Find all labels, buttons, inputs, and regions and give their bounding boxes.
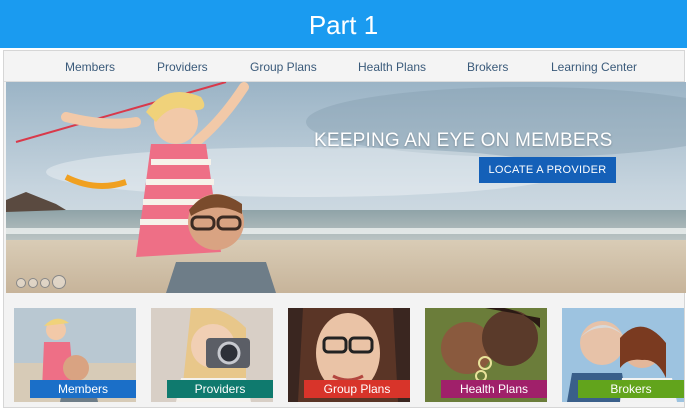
- tile-members-label: Members: [30, 380, 136, 398]
- nav-providers[interactable]: Providers: [157, 60, 208, 74]
- locate-provider-button[interactable]: LOCATE A PROVIDER: [479, 157, 616, 183]
- tile-group-plans[interactable]: Group Plans: [288, 308, 410, 402]
- tile-brokers[interactable]: Brokers: [562, 308, 684, 402]
- nav-brokers[interactable]: Brokers: [467, 60, 508, 74]
- hero-slider: [6, 82, 686, 293]
- tile-health-plans-label: Health Plans: [441, 380, 547, 398]
- tile-group-plans-label: Group Plans: [304, 380, 410, 398]
- hero-headline: KEEPING AN EYE ON MEMBERS: [314, 130, 613, 151]
- tile-providers[interactable]: Providers: [151, 308, 273, 402]
- nav-health-plans[interactable]: Health Plans: [358, 60, 426, 74]
- category-tiles: Members Providers Group Plans Health Pla…: [6, 300, 686, 405]
- nav-group-plans[interactable]: Group Plans: [250, 60, 317, 74]
- tile-members[interactable]: Members: [14, 308, 136, 402]
- hero-beach-photo: [6, 82, 686, 293]
- part-banner: Part 1: [0, 0, 687, 48]
- slide-dot-4[interactable]: [52, 275, 66, 289]
- nav-learning-center[interactable]: Learning Center: [551, 60, 637, 74]
- nav-members[interactable]: Members: [65, 60, 115, 74]
- tile-brokers-label: Brokers: [578, 380, 684, 398]
- tile-health-plans[interactable]: Health Plans: [425, 308, 547, 402]
- top-nav: Members Providers Group Plans Health Pla…: [4, 51, 684, 82]
- tile-providers-label: Providers: [167, 380, 273, 398]
- slide-dot-3[interactable]: [40, 278, 50, 288]
- slide-dot-1[interactable]: [16, 278, 26, 288]
- slide-dot-2[interactable]: [28, 278, 38, 288]
